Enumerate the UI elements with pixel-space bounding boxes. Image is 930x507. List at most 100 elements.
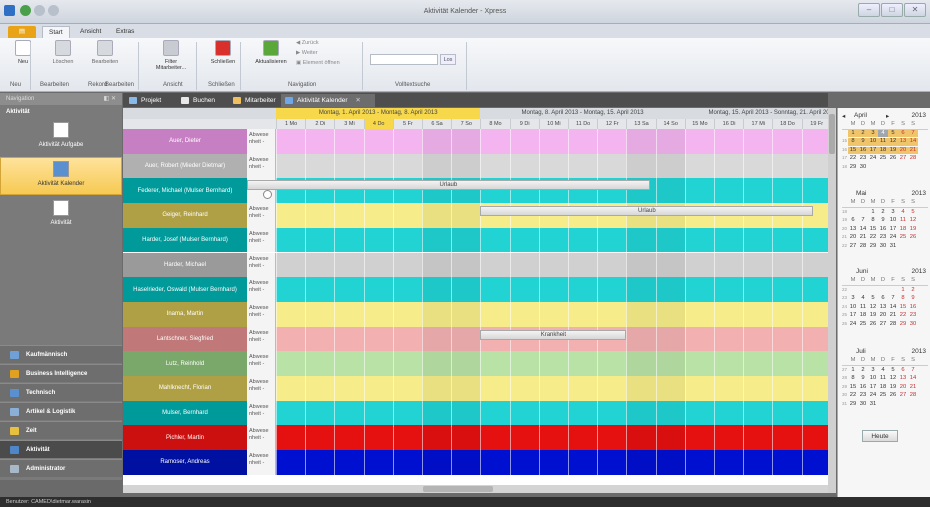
day-cell[interactable] <box>568 277 597 302</box>
date-cell[interactable]: 2 <box>858 129 868 137</box>
date-cell[interactable]: 15 <box>898 304 908 312</box>
day-cell[interactable] <box>509 301 539 327</box>
date-cell[interactable]: 3 <box>888 209 898 217</box>
today-button[interactable]: Heute <box>862 430 898 442</box>
day-cell[interactable] <box>684 153 714 179</box>
day-cell[interactable] <box>305 277 334 302</box>
date-cell[interactable]: 23 <box>858 392 868 400</box>
date-cell[interactable]: 13 <box>848 226 858 234</box>
day-cell[interactable] <box>743 400 772 426</box>
day-cell[interactable] <box>626 227 656 253</box>
day-cell[interactable] <box>334 203 363 228</box>
date-cell[interactable]: 7 <box>908 367 918 375</box>
day-cell[interactable] <box>714 129 743 154</box>
back-nav[interactable]: ◀ Zurück <box>296 40 340 46</box>
day-cell[interactable] <box>772 425 801 451</box>
nav-item-2[interactable]: Aktivität Kalender <box>0 157 122 195</box>
day-cell[interactable] <box>392 376 422 401</box>
filter-button[interactable]: Filter Mitarbeiter... <box>152 40 190 71</box>
day-cell[interactable] <box>684 450 714 475</box>
day-cell[interactable] <box>509 277 539 302</box>
new-doc-button[interactable]: Neu <box>4 40 42 65</box>
day-cell[interactable] <box>422 301 452 327</box>
day-cell[interactable] <box>422 376 452 401</box>
day-cell[interactable] <box>334 153 363 179</box>
day-cell[interactable] <box>772 277 801 302</box>
day-cell[interactable] <box>538 277 568 302</box>
date-cell[interactable]: 3 <box>868 129 878 137</box>
date-cell[interactable]: 12 <box>868 304 878 312</box>
day-cell[interactable] <box>684 326 714 352</box>
day-cell[interactable] <box>801 252 828 278</box>
day-cell[interactable] <box>451 153 481 179</box>
day-cell[interactable] <box>568 301 597 327</box>
date-cell[interactable]: 12 <box>888 138 898 146</box>
date-cell[interactable]: 15 <box>868 226 878 234</box>
day-cell[interactable] <box>480 351 509 376</box>
day-cell[interactable] <box>392 203 422 228</box>
date-cell[interactable]: 25 <box>878 392 888 400</box>
day-cell[interactable] <box>422 203 452 228</box>
date-cell[interactable]: 11 <box>898 217 908 225</box>
day-cell[interactable] <box>714 153 743 179</box>
day-cell[interactable] <box>334 351 363 376</box>
day-cell[interactable] <box>714 227 743 253</box>
day-cell[interactable] <box>568 425 597 451</box>
day-cell[interactable] <box>422 153 452 179</box>
date-cell[interactable]: 9 <box>878 217 888 225</box>
date-cell[interactable]: 21 <box>908 384 918 392</box>
day-cell[interactable] <box>772 153 801 179</box>
date-cell[interactable]: 7 <box>858 217 868 225</box>
day-cell[interactable] <box>392 351 422 376</box>
day-cell[interactable] <box>655 400 685 426</box>
day-cell[interactable] <box>392 252 422 278</box>
day-cell[interactable] <box>714 450 743 475</box>
day-cell[interactable] <box>684 425 714 451</box>
day-cell[interactable] <box>655 227 685 253</box>
day-cell[interactable] <box>276 203 305 228</box>
day-cell[interactable] <box>597 277 626 302</box>
date-cell[interactable]: 30 <box>858 401 868 409</box>
day-cell[interactable] <box>801 301 828 327</box>
resource-name[interactable]: Auer, Dieter <box>123 129 247 154</box>
day-cell[interactable] <box>714 351 743 376</box>
day-cell[interactable] <box>655 153 685 179</box>
day-cell[interactable] <box>451 227 481 253</box>
day-header-cell[interactable]: 14 So <box>655 119 685 129</box>
day-header-cell[interactable]: 17 Mi <box>743 119 772 129</box>
day-cell[interactable] <box>480 425 509 451</box>
tab-extras[interactable]: Extras <box>110 26 140 38</box>
day-cell[interactable] <box>276 227 305 253</box>
pin-close-icon[interactable]: ◧ ✕ <box>104 93 116 105</box>
day-cell[interactable] <box>480 129 509 154</box>
date-cell[interactable]: 30 <box>858 164 868 172</box>
date-cell[interactable]: 7 <box>908 129 918 137</box>
forward-nav[interactable]: ▶ Weiter <box>296 50 340 56</box>
day-cell[interactable] <box>334 277 363 302</box>
date-cell[interactable]: 23 <box>878 234 888 242</box>
day-cell[interactable] <box>334 376 363 401</box>
day-cell[interactable] <box>305 129 334 154</box>
day-cell[interactable] <box>363 450 393 475</box>
day-cell[interactable] <box>655 277 685 302</box>
day-cell[interactable] <box>568 400 597 426</box>
close-red-button[interactable]: Schließen <box>204 40 242 65</box>
day-cell[interactable] <box>334 400 363 426</box>
day-cell[interactable] <box>538 400 568 426</box>
date-cell[interactable]: 6 <box>878 295 888 303</box>
day-cell[interactable] <box>480 400 509 426</box>
date-cell[interactable]: 27 <box>898 392 908 400</box>
day-cell[interactable] <box>655 178 685 204</box>
day-cell[interactable] <box>626 351 656 376</box>
day-cell[interactable] <box>451 326 481 352</box>
date-cell[interactable]: 17 <box>868 384 878 392</box>
day-cell[interactable] <box>714 277 743 302</box>
day-cell[interactable] <box>334 252 363 278</box>
date-cell[interactable]: 16 <box>908 304 918 312</box>
day-cell[interactable] <box>743 301 772 327</box>
date-cell[interactable]: 17 <box>848 312 858 320</box>
day-cell[interactable] <box>801 277 828 302</box>
vertical-scrollbar[interactable] <box>828 108 836 493</box>
date-cell[interactable]: 26 <box>888 392 898 400</box>
date-cell[interactable]: 30 <box>908 321 918 329</box>
